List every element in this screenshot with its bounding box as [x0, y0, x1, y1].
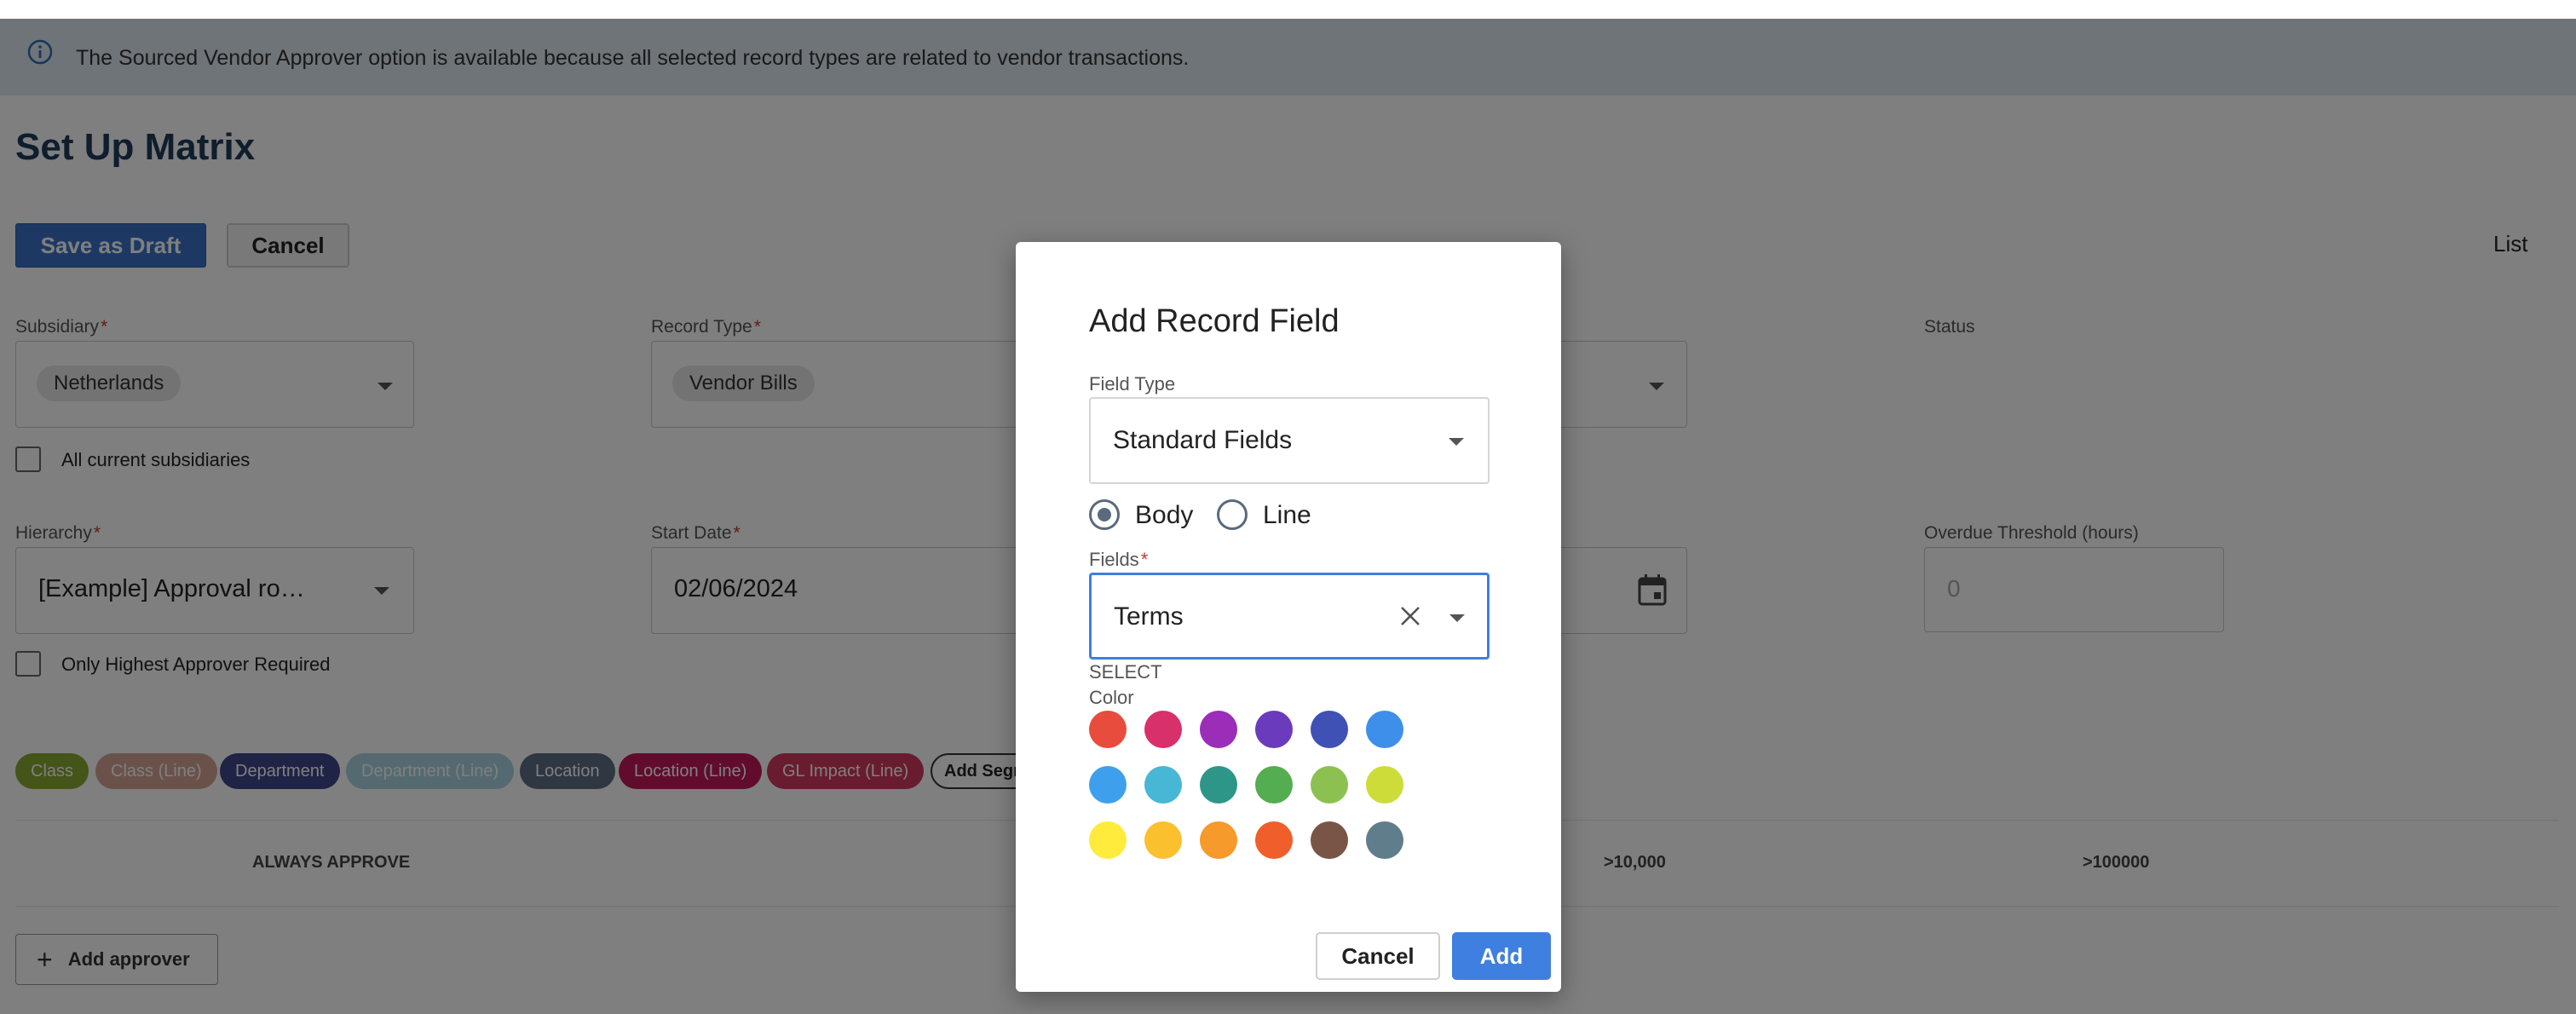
field-type-label: Field Type	[1089, 373, 1176, 395]
radio-line-label[interactable]: Line	[1263, 501, 1311, 530]
color-swatch[interactable]	[1200, 821, 1237, 859]
color-swatch[interactable]	[1366, 711, 1403, 748]
color-swatch[interactable]	[1089, 821, 1127, 859]
color-swatch[interactable]	[1311, 821, 1348, 859]
radio-body[interactable]	[1089, 499, 1120, 530]
radio-body-label[interactable]: Body	[1135, 501, 1193, 530]
color-swatch[interactable]	[1144, 821, 1182, 859]
dialog-add-button[interactable]: Add	[1452, 932, 1551, 980]
color-swatch[interactable]	[1366, 821, 1403, 859]
radio-selected-dot	[1098, 508, 1111, 521]
radio-line[interactable]	[1217, 499, 1248, 530]
color-swatch[interactable]	[1311, 766, 1348, 804]
color-swatch[interactable]	[1144, 711, 1182, 748]
color-swatch[interactable]	[1366, 766, 1403, 804]
color-swatch[interactable]	[1255, 766, 1293, 804]
color-swatch[interactable]	[1255, 821, 1293, 859]
clear-icon[interactable]	[1398, 604, 1422, 628]
field-type-select[interactable]: Standard Fields	[1089, 397, 1490, 484]
color-swatch[interactable]	[1144, 766, 1182, 804]
color-swatch[interactable]	[1311, 711, 1348, 748]
chevron-down-icon	[1449, 438, 1464, 446]
add-record-field-dialog: Add Record Field Field Type Standard Fie…	[1016, 242, 1561, 992]
color-swatch[interactable]	[1089, 711, 1127, 748]
color-label: Color	[1089, 687, 1134, 708]
dialog-cancel-button[interactable]: Cancel	[1316, 932, 1440, 980]
dialog-title: Add Record Field	[1089, 303, 1340, 339]
field-type-value: Standard Fields	[1113, 426, 1293, 454]
top-strip	[0, 0, 2576, 19]
fields-label: Fields*	[1089, 549, 1149, 570]
fields-value: Terms	[1114, 602, 1184, 631]
chevron-down-icon[interactable]	[1449, 614, 1465, 622]
fields-select[interactable]: Terms	[1089, 573, 1490, 660]
color-swatch[interactable]	[1200, 766, 1237, 804]
color-swatch[interactable]	[1255, 711, 1293, 748]
select-hint: SELECT	[1089, 661, 1162, 683]
color-swatch[interactable]	[1200, 711, 1237, 748]
color-swatch[interactable]	[1089, 766, 1127, 804]
